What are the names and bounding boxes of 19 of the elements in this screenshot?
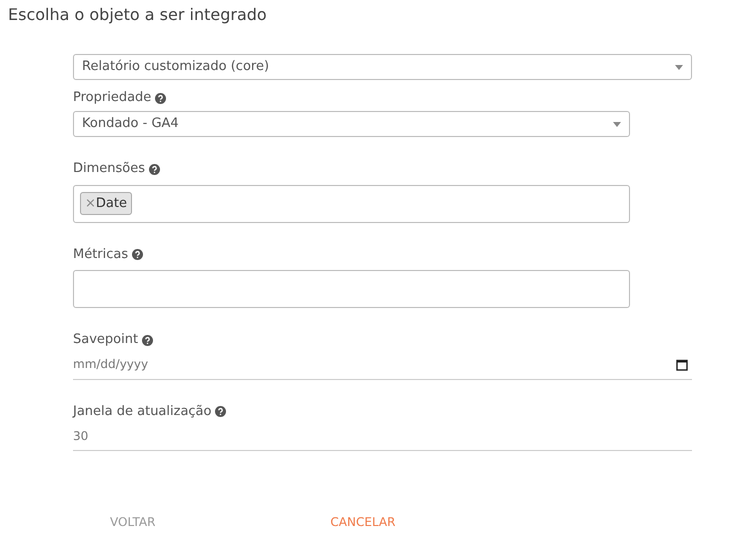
select-field[interactable]: Relatório customizado (core) bbox=[73, 54, 692, 80]
field-label: Janela de atualização bbox=[73, 402, 212, 420]
field-label: Savepoint bbox=[73, 331, 138, 349]
field-label: Métricas bbox=[73, 246, 128, 264]
help-icon bbox=[149, 164, 160, 174]
help-icon bbox=[142, 334, 154, 346]
page-title: Escolha o objeto a ser integrado bbox=[8, 4, 268, 26]
select-field[interactable]: Kondado - GA4 bbox=[73, 111, 630, 137]
tag-input-field[interactable] bbox=[73, 270, 630, 308]
help-icon bbox=[132, 249, 144, 260]
tag-chip: ×Date bbox=[80, 192, 132, 216]
caret-icon bbox=[613, 122, 621, 126]
field-label: Dimensões bbox=[73, 160, 146, 178]
calendar-icon[interactable] bbox=[676, 358, 688, 370]
tag-input-field[interactable]: ×Date bbox=[73, 184, 630, 222]
field-label: Propriedade bbox=[73, 89, 152, 107]
help-icon bbox=[155, 92, 166, 104]
caret-icon bbox=[675, 64, 683, 70]
help-icon bbox=[215, 406, 226, 417]
